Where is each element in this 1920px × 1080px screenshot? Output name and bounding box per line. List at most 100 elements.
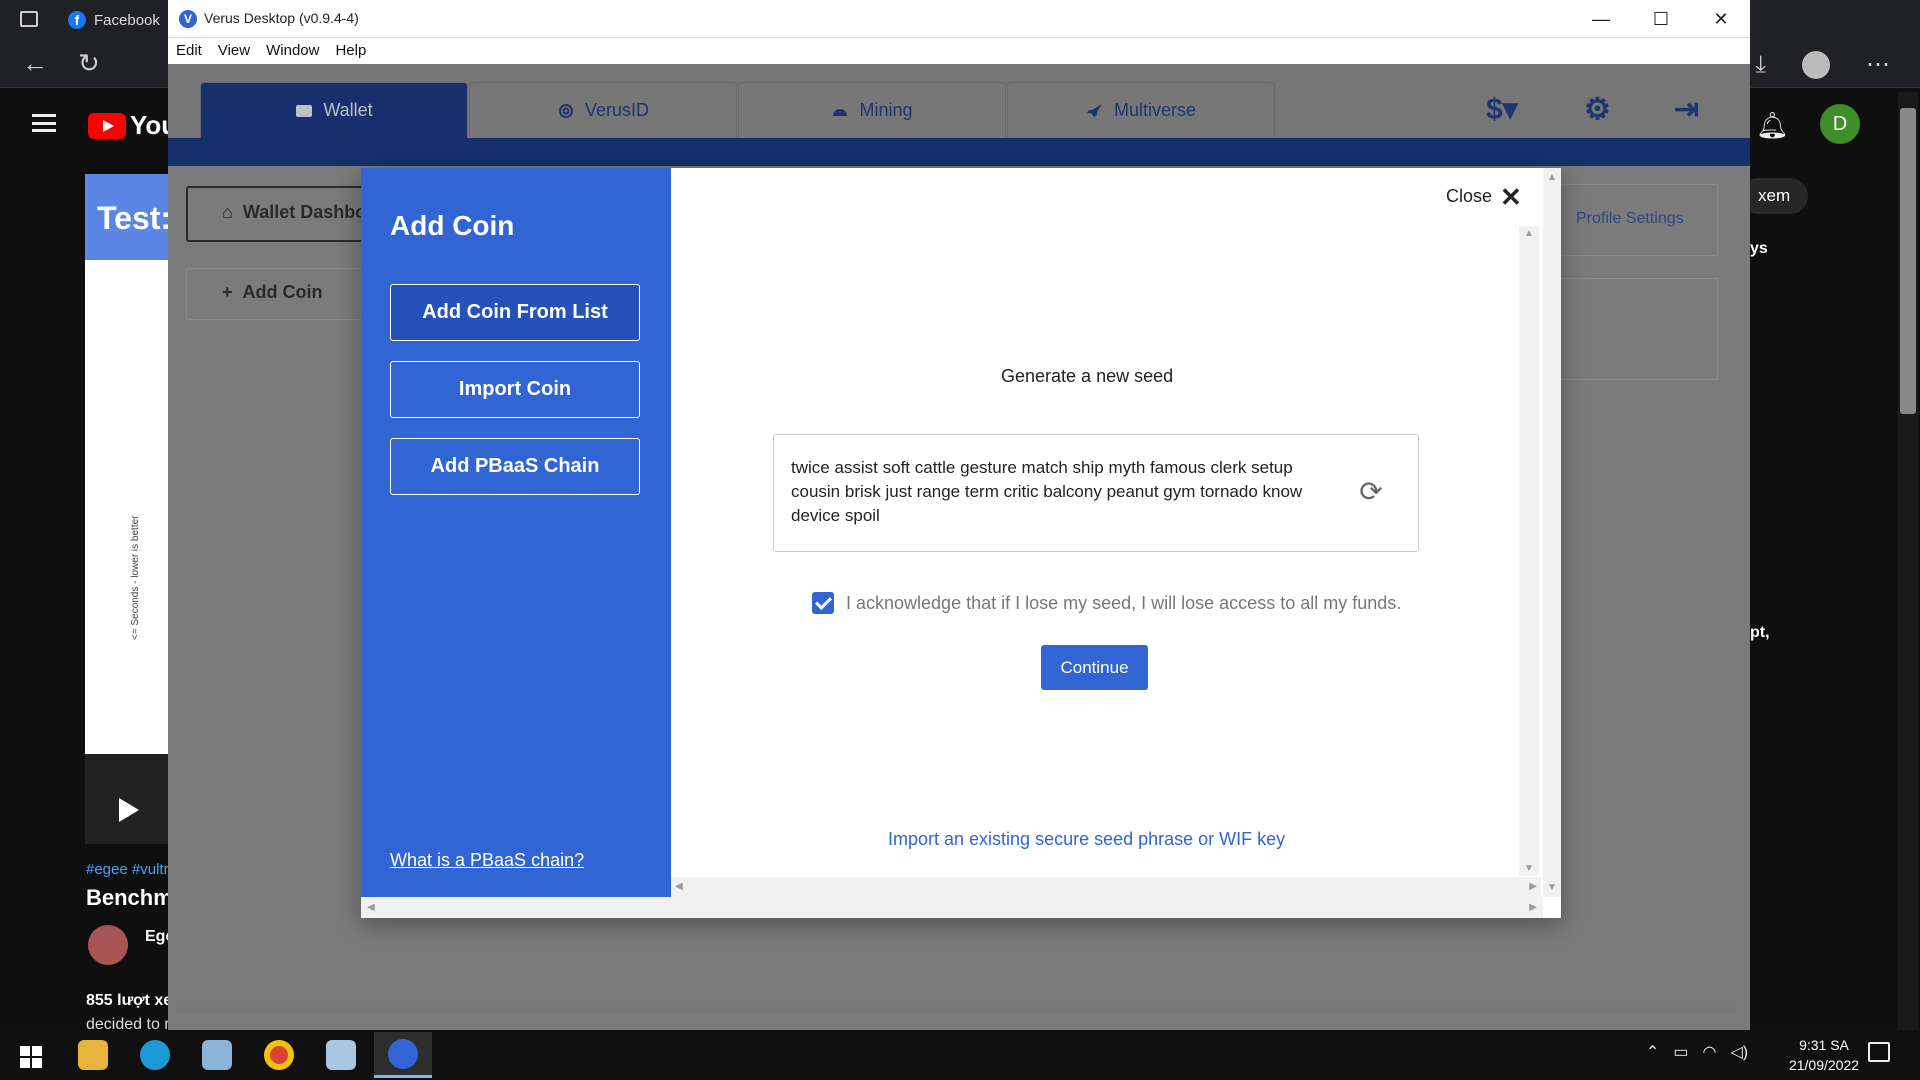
volume-icon[interactable]: ◁) — [1731, 1042, 1749, 1062]
pbaas-info-link[interactable]: What is a PBaaS chain? — [390, 850, 584, 871]
menu-icon[interactable] — [32, 114, 56, 132]
close-label: Close — [1446, 186, 1493, 206]
info-card — [1556, 278, 1718, 380]
modal-vscrollbar[interactable]: ▲ ▼ — [1543, 168, 1561, 897]
scroll-down-icon[interactable]: ▼ — [1547, 882, 1557, 893]
wallet-icon — [296, 104, 313, 117]
menu-window[interactable]: Window — [266, 38, 319, 64]
seed-field[interactable]: twice assist soft cattle gesture match s… — [773, 434, 1419, 552]
gauge-icon — [833, 108, 848, 116]
reload-icon[interactable]: ↻ — [78, 50, 100, 76]
wifi-icon[interactable]: ◠ — [1703, 1042, 1717, 1062]
chrome-icon[interactable] — [250, 1032, 308, 1078]
menu-view[interactable]: View — [218, 38, 250, 64]
add-pbaas-chain-button[interactable]: Add PBaaS Chain — [390, 438, 640, 495]
sidebar-text: ys — [1750, 240, 1768, 257]
content-vscrollbar[interactable]: ▲ ▼ — [1519, 226, 1539, 876]
thumb-axis-label: <= Seconds - lower is better — [130, 515, 141, 640]
tab-mining[interactable]: Mining — [738, 82, 1006, 138]
currency-icon[interactable]: $▾ — [1486, 92, 1518, 127]
browser-tab[interactable]: f Facebook — [68, 6, 160, 34]
download-icon[interactable]: ⤓ — [1755, 51, 1766, 79]
modal-hscrollbar[interactable]: ◀ ▶ — [361, 897, 1543, 918]
scroll-up-icon[interactable]: ▲ — [1547, 172, 1557, 183]
menu-bar: Edit View Window Help — [168, 38, 1750, 64]
scroll-left-icon[interactable]: ◀ — [675, 881, 683, 892]
avatar[interactable]: D — [1820, 104, 1860, 144]
channel-avatar[interactable] — [88, 925, 128, 965]
tab-wallet[interactable]: Wallet — [200, 82, 468, 138]
browser-toolbar-right: ⤓ ⋯ — [1755, 50, 1890, 79]
clock-time: 9:31 SA — [1799, 1037, 1849, 1053]
content-hscrollbar[interactable]: ◀ ▶ — [671, 877, 1541, 897]
tab-multiverse[interactable]: Multiverse — [1007, 82, 1275, 138]
scroll-left-icon[interactable]: ◀ — [367, 902, 375, 913]
window-title: Verus Desktop (v0.9.4-4) — [204, 10, 359, 26]
plus-icon: + — [222, 282, 233, 302]
verus-taskbar-icon[interactable] — [374, 1032, 432, 1078]
window-titlebar: V Verus Desktop (v0.9.4-4) — ☐ ✕ — [168, 0, 1750, 38]
video-hashtags[interactable]: #egee #vultr — [86, 861, 169, 878]
scroll-right-icon[interactable]: ▶ — [1529, 902, 1537, 913]
more-icon[interactable]: ⋯ — [1866, 50, 1890, 79]
acknowledge-text: I acknowledge that if I lose my seed, I … — [846, 592, 1402, 613]
menu-help[interactable]: Help — [335, 38, 366, 64]
menu-edit[interactable]: Edit — [176, 38, 202, 64]
tab-verusid[interactable]: VerusID — [469, 82, 737, 138]
maximize-icon[interactable]: ☐ — [1638, 6, 1684, 32]
generate-seed-label: Generate a new seed — [1001, 366, 1174, 386]
minimize-icon[interactable]: — — [1578, 6, 1624, 32]
acknowledge-checkbox[interactable] — [812, 592, 834, 614]
import-coin-button[interactable]: Import Coin — [390, 361, 640, 418]
tab-multiverse-label: Multiverse — [1113, 100, 1197, 120]
play-icon[interactable] — [119, 798, 139, 822]
close-button[interactable]: Close ✕ — [1446, 181, 1522, 212]
tab-mining-label: Mining — [859, 100, 913, 120]
page-scrollbar-thumb[interactable] — [1900, 108, 1916, 414]
navbar-strip — [168, 138, 1750, 166]
modal-title: Add Coin — [390, 210, 515, 241]
logout-icon[interactable]: ⇥ — [1674, 92, 1699, 127]
back-icon[interactable]: ← — [22, 50, 48, 76]
rocket-icon — [1086, 103, 1102, 117]
gear-icon[interactable]: ⚙︎ — [1584, 92, 1611, 127]
refresh-seed-icon[interactable]: ⟳ — [1354, 475, 1388, 509]
windows-start-icon[interactable] — [20, 1046, 42, 1068]
notification-center-icon[interactable] — [1868, 1042, 1890, 1062]
acknowledge-row: I acknowledge that if I lose my seed, I … — [812, 592, 1401, 614]
close-window-icon[interactable]: ✕ — [1698, 6, 1744, 32]
scroll-down-icon[interactable]: ▼ — [1524, 863, 1534, 874]
add-coin-from-list-button[interactable]: Add Coin From List — [390, 284, 640, 341]
add-coin-bg-text: Add Coin — [242, 282, 323, 302]
app-icon[interactable] — [188, 1032, 246, 1078]
close-icon: ✕ — [1500, 181, 1522, 212]
clock-date: 21/09/2022 — [1788, 1057, 1860, 1073]
sidebar-text: pt, — [1750, 624, 1770, 641]
taskbar-clock[interactable]: 9:31 SA 21/09/2022 — [1782, 1035, 1866, 1075]
fingerprint-icon — [558, 103, 573, 118]
import-seed-link[interactable]: Import an existing secure seed phrase or… — [888, 829, 1285, 850]
file-explorer-icon[interactable] — [64, 1032, 122, 1078]
notes-icon[interactable] — [312, 1032, 370, 1078]
tab-wallet-label: Wallet — [323, 100, 373, 120]
subscribe-pill[interactable]: xem — [1740, 178, 1809, 214]
battery-icon[interactable]: ▭ — [1673, 1042, 1688, 1062]
home-icon: ⌂ — [222, 202, 233, 222]
tab-actions-icon[interactable] — [20, 11, 38, 27]
scroll-up-icon[interactable]: ▲ — [1524, 228, 1534, 239]
notifications-icon[interactable]: 🔔︎ — [1756, 110, 1789, 141]
chevron-up-icon[interactable]: ⌃ — [1646, 1042, 1659, 1062]
thumb-title: Test: — [85, 174, 175, 260]
scroll-right-icon[interactable]: ▶ — [1529, 881, 1537, 892]
profile-settings-link[interactable]: Profile Settings — [1576, 210, 1684, 228]
video-player[interactable]: Test: — [85, 174, 175, 844]
edge-icon[interactable] — [126, 1032, 184, 1078]
tab-verusid-label: VerusID — [584, 100, 650, 120]
window-hscrollbar[interactable] — [176, 1000, 1736, 1014]
profile-icon[interactable] — [1802, 50, 1830, 79]
system-tray: ⌃ ▭ ◠ ◁) — [1646, 1042, 1748, 1062]
modal-sidebar: Add Coin Add Coin From List Import Coin … — [361, 168, 671, 897]
continue-button[interactable]: Continue — [1041, 645, 1148, 690]
browser-tab-title: Facebook — [94, 11, 160, 29]
add-coin-bg-label: + Add Coin — [222, 282, 323, 303]
